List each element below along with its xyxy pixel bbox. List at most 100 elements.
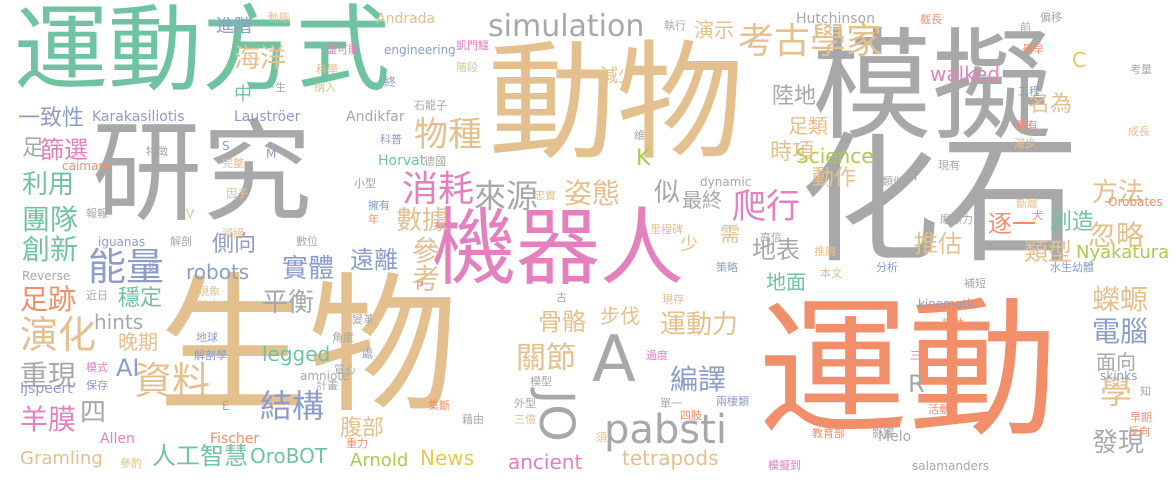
word: 一生: [264, 81, 286, 94]
word: 科普: [380, 133, 402, 146]
word: 運動力: [660, 310, 739, 340]
word: OroBOT: [250, 444, 328, 468]
word: 穩定: [118, 286, 163, 311]
word: M: [266, 147, 277, 161]
word: 漫步: [1014, 137, 1036, 150]
word: tetrapods: [622, 446, 719, 470]
word: 工程: [1018, 85, 1040, 98]
word: 現存: [662, 293, 684, 306]
word: Lauströer: [234, 109, 301, 125]
word: JO: [528, 390, 584, 442]
word: 三億: [514, 413, 536, 426]
word: 集斷: [428, 399, 450, 412]
word: 解剖學: [194, 349, 227, 362]
word: 動物: [488, 29, 745, 178]
word: 平衡: [262, 288, 315, 318]
word: 物種: [414, 115, 482, 155]
word: A: [592, 323, 636, 397]
word: 需: [720, 222, 740, 246]
word: P: [416, 279, 424, 293]
word: 最早: [1022, 43, 1044, 56]
word: Arnold: [350, 450, 409, 471]
word: 摩擦力: [940, 213, 973, 226]
word: 策略: [716, 261, 738, 274]
word: 斷層: [1016, 197, 1038, 210]
word: 角度: [332, 331, 354, 344]
word: engineering: [384, 43, 456, 57]
word: 團隊: [22, 203, 79, 236]
word: 來源: [474, 177, 539, 215]
word: S: [222, 139, 230, 153]
word: 演化: [20, 313, 97, 357]
word: 關節: [516, 341, 576, 376]
word: iguanas: [98, 235, 146, 249]
word: 地球: [196, 331, 218, 344]
word: 晚期: [118, 330, 158, 354]
word: Hutchinson: [796, 11, 875, 27]
word: Horvat: [378, 153, 426, 169]
word: 水生幼體: [1050, 261, 1094, 274]
word: 舊有: [1016, 119, 1038, 132]
word: 一致性: [18, 106, 85, 131]
word: 骨骼: [538, 308, 586, 336]
word: 推廣: [814, 245, 836, 258]
word: 盡可能: [326, 43, 359, 56]
word: caimans: [62, 159, 113, 173]
word: 類似: [882, 175, 904, 188]
word: 考古學家: [738, 21, 883, 62]
word: 參考: [408, 236, 441, 292]
word: 成長: [1128, 125, 1150, 138]
word: 知: [1140, 385, 1151, 398]
word: hints: [94, 310, 144, 334]
word: 滅絕: [222, 227, 244, 240]
word: 報報: [86, 207, 108, 220]
word: 本文: [820, 267, 842, 280]
word: 完整: [222, 157, 244, 170]
word: 數位: [296, 235, 318, 248]
word: 蠑螈: [1092, 283, 1149, 316]
word: ancient: [508, 450, 583, 474]
word: 單一: [660, 397, 682, 410]
word: T: [912, 169, 920, 183]
word: 陸地: [772, 84, 817, 109]
word: 解剖: [170, 235, 192, 248]
word: 消耗: [402, 169, 475, 210]
word: 姿態: [564, 177, 621, 210]
word: Andikfar: [346, 109, 405, 125]
word: 高信: [760, 231, 782, 244]
word: 里程碑: [650, 223, 683, 236]
word: K: [636, 146, 651, 171]
word: 小型: [354, 177, 376, 190]
word: 羊膜: [20, 403, 77, 436]
word: 海洋: [234, 44, 287, 74]
word: 中: [234, 84, 252, 105]
word: 爬行: [732, 187, 800, 227]
word: 數據: [396, 206, 449, 236]
word: 編譯: [670, 363, 727, 396]
word: 早期: [1130, 411, 1152, 424]
word: 電腦: [1092, 315, 1149, 348]
word: 階段: [456, 61, 478, 74]
word: 創新: [22, 233, 79, 266]
word: 推估: [914, 230, 962, 258]
word: 遠離: [350, 246, 398, 274]
word: simulation: [488, 9, 645, 44]
word: 過度: [646, 349, 668, 362]
word: 三: [910, 349, 921, 362]
word: 現象: [198, 285, 220, 298]
word: 藉由: [462, 413, 484, 426]
word: C: [1072, 48, 1086, 72]
word: 維: [634, 129, 645, 142]
word: robots: [186, 260, 250, 284]
word: 處: [362, 347, 373, 360]
word: 外型: [514, 397, 536, 410]
word: E: [222, 399, 230, 413]
word: pabsti: [604, 407, 727, 453]
word: 模擬到: [768, 459, 801, 472]
word: Fischer: [210, 431, 260, 447]
word: walked: [930, 62, 1001, 86]
word: 前: [1020, 21, 1031, 34]
word: 實體: [282, 254, 335, 284]
word: Gramling: [20, 448, 103, 469]
word: 活動: [928, 403, 950, 416]
